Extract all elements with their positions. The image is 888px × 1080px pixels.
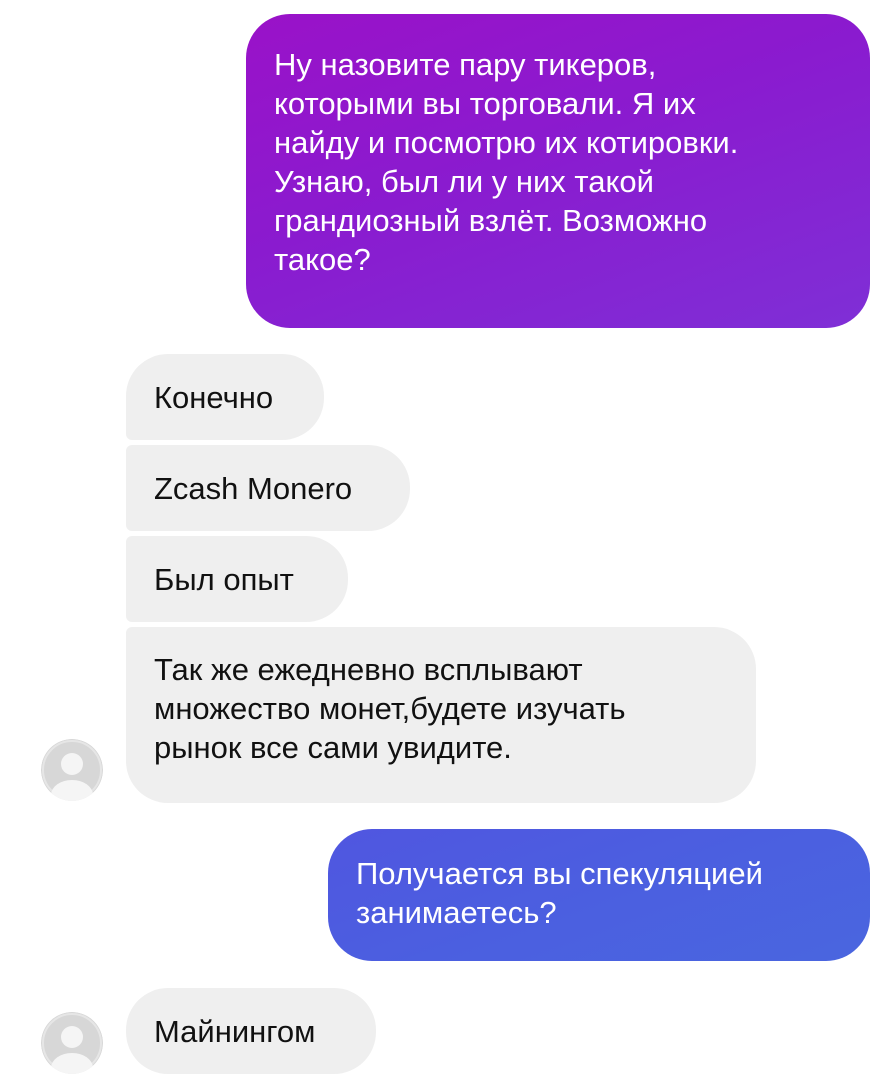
incoming-message-bubble[interactable]: Был опыт	[126, 536, 348, 622]
outgoing-message-bubble[interactable]: Ну назовите пару тикеров, которыми вы то…	[246, 14, 870, 328]
sender-avatar-icon[interactable]	[41, 1012, 103, 1074]
incoming-message-bubble[interactable]: Zcash Monero	[126, 445, 410, 531]
incoming-message-bubble[interactable]: Так же ежедневно всплывают множество мон…	[126, 627, 756, 803]
default-user-avatar-icon	[41, 1012, 103, 1074]
incoming-message-bubble[interactable]: Майнингом	[126, 988, 376, 1074]
sender-avatar-icon[interactable]	[41, 739, 103, 801]
default-user-avatar-icon	[41, 739, 103, 801]
outgoing-message-bubble[interactable]: Получается вы спекуляцией занимаетесь?	[328, 829, 870, 961]
incoming-message-bubble[interactable]: Конечно	[126, 354, 324, 440]
